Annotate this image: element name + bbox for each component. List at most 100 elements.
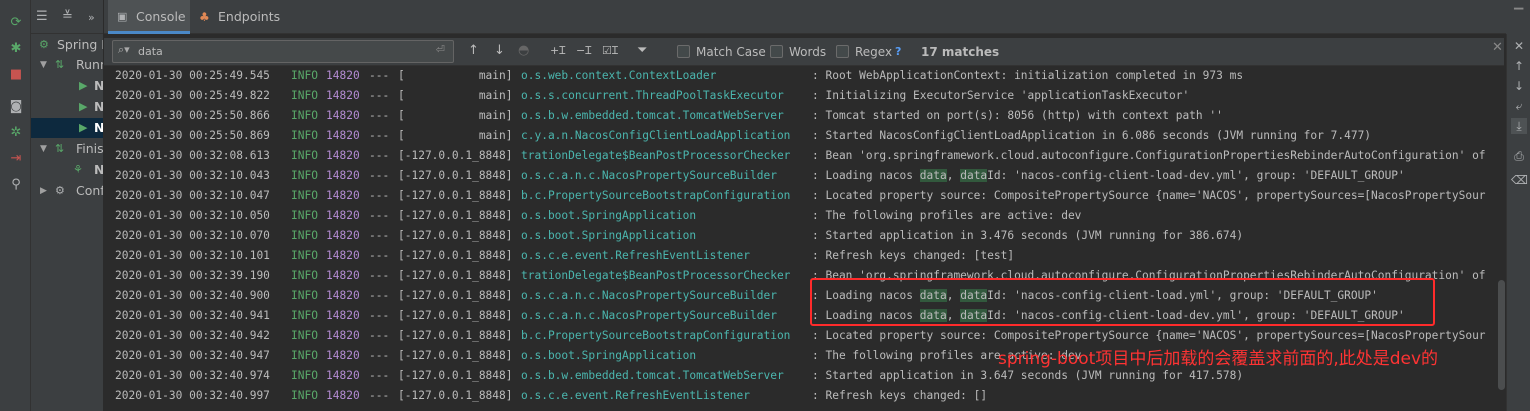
run-triangle-icon: ▶ (79, 121, 88, 134)
tab-endpoints[interactable]: ♣ Endpoints (198, 0, 288, 34)
log-level: INFO (291, 209, 318, 222)
vertical-scrollbar[interactable] (1497, 70, 1506, 390)
rerun-icon[interactable]: ⟳ (7, 14, 25, 32)
log-timestamp: 2020-01-30 00:32:10.070 (115, 229, 270, 242)
regex-checkbox[interactable] (836, 45, 849, 58)
log-logger: o.s.c.a.n.c.NacosPropertySourceBuilder (521, 289, 777, 302)
log-timestamp: 2020-01-30 00:32:40.974 (115, 369, 270, 382)
message-text: : Started application in 3.476 seconds (… (812, 229, 1244, 242)
message-text: : Located property source: CompositeProp… (812, 189, 1486, 202)
log-timestamp: 2020-01-30 00:32:10.043 (115, 169, 270, 182)
stop-icon[interactable]: ■ (7, 66, 25, 84)
log-level: INFO (291, 89, 318, 102)
soft-wrap-icon[interactable]: ⤶ (1511, 98, 1527, 114)
match-case-checkbox[interactable] (677, 45, 690, 58)
search-field[interactable]: ⌕▾ ⏎ (112, 40, 454, 63)
log-level: INFO (291, 389, 318, 402)
tree-item-running[interactable]: ▼ ⇅ Runn (31, 55, 103, 75)
tree-item-app-1[interactable]: ▶ N (31, 76, 104, 96)
log-level: INFO (291, 69, 318, 82)
log-thread: [-127.0.0.1_8848] (398, 149, 513, 162)
more-icon[interactable]: » (88, 11, 95, 24)
settings-gear-icon[interactable]: ✲ (7, 124, 25, 142)
log-separator: --- (369, 309, 390, 322)
message-text: : Started NacosConfigClientLoadApplicati… (812, 129, 1372, 142)
window-menu-icon[interactable]: ▔ (1514, 8, 1523, 22)
log-level: INFO (291, 169, 318, 182)
pin-icon[interactable]: ⚲ (7, 176, 25, 194)
remove-occurrence-icon[interactable]: −Ɪ (576, 42, 591, 60)
log-logger: trationDelegate$BeanPostProcessorChecker (521, 149, 791, 162)
chevron-down-icon[interactable]: ▼ (40, 139, 47, 159)
log-pid: 14820 (326, 189, 360, 202)
log-pid: 14820 (326, 109, 360, 122)
log-pid: 14820 (326, 249, 360, 262)
collapse-all-icon[interactable]: ≚ (62, 9, 73, 24)
log-message: : Started application in 3.647 seconds (… (812, 366, 1243, 386)
previous-occurrence-icon[interactable]: ↑ (468, 42, 479, 60)
tree-item-spring-boot[interactable]: ⚙ Spring B (31, 35, 103, 55)
scroll-up-icon[interactable]: ↑ (1511, 58, 1527, 74)
tree-item-configurations[interactable]: ▶ ⚙ Confi (31, 181, 103, 201)
words-label[interactable]: Words (789, 45, 826, 59)
clear-all-icon[interactable]: ⌫ (1511, 172, 1528, 188)
log-level: INFO (291, 309, 318, 322)
tree-item-app-2[interactable]: ▶ N (31, 97, 103, 117)
find-in-window-icon[interactable]: ◓ (518, 42, 529, 60)
tree-item-label: N (94, 78, 104, 93)
log-logger: b.c.PropertySourceBootstrapConfiguration (521, 189, 791, 202)
debug-icon[interactable]: ✱ (7, 40, 25, 58)
chevron-right-icon[interactable]: ▶ (40, 181, 47, 201)
regex-label[interactable]: Regex (855, 45, 892, 59)
tree-item-finished[interactable]: ▼ ⇅ Finis (31, 139, 103, 159)
log-logger: o.s.c.a.n.c.NacosPropertySourceBuilder (521, 309, 777, 322)
words-checkbox[interactable] (770, 45, 783, 58)
message-text: : Initializing ExecutorService 'applicat… (812, 89, 1190, 102)
expand-all-icon[interactable]: ☰ (36, 9, 48, 24)
log-timestamp: 2020-01-30 00:25:49.822 (115, 89, 270, 102)
match-case-label[interactable]: Match Case (696, 45, 766, 59)
log-thread: [ main] (398, 129, 513, 142)
message-text: : Located property source: CompositeProp… (812, 329, 1486, 342)
log-separator: --- (369, 89, 390, 102)
scroll-down-icon[interactable]: ↓ (1511, 78, 1527, 94)
log-thread: [-127.0.0.1_8848] (398, 189, 513, 202)
log-logger: o.s.c.e.event.RefreshEventListener (521, 389, 751, 402)
log-thread: [-127.0.0.1_8848] (398, 169, 513, 182)
log-pid: 14820 (326, 269, 360, 282)
tree-item-label: N (94, 120, 104, 135)
log-separator: --- (369, 329, 390, 342)
spring-boot-icon: ⚙ (39, 38, 49, 51)
tab-console[interactable]: ▣ Console (108, 0, 190, 34)
filter-icon[interactable]: ⏷ (637, 42, 647, 60)
exit-icon[interactable]: ⇥ (7, 150, 25, 168)
search-input[interactable] (138, 44, 418, 59)
chevron-down-icon[interactable]: ▼ (40, 55, 47, 75)
log-message: : Tomcat started on port(s): 8056 (http)… (812, 106, 1223, 126)
tree-item-label: Runn (76, 57, 103, 72)
scrollbar-thumb[interactable] (1498, 280, 1505, 390)
log-message: : Initializing ExecutorService 'applicat… (812, 86, 1189, 106)
add-occurrence-icon[interactable]: +Ɪ (550, 42, 565, 60)
close-icon[interactable]: ✕ (1511, 38, 1527, 54)
services-tree-panel: ☰ ≚ » ⚙ Spring B ▼ ⇅ Runn ▶ N ▶ N ▶ N ▼ … (31, 0, 104, 411)
regex-help-link[interactable]: ? (895, 45, 901, 58)
log-logger: o.s.b.w.embedded.tomcat.TomcatWebServer (521, 369, 784, 382)
select-all-occurrences-icon[interactable]: ☑Ɪ (602, 42, 618, 60)
message-text: , (946, 169, 961, 182)
log-pid: 14820 (326, 169, 360, 182)
log-pid: 14820 (326, 129, 360, 142)
camera-icon[interactable]: ◙ (7, 98, 25, 116)
newline-icon[interactable]: ⏎ (436, 43, 445, 56)
log-thread: [-127.0.0.1_8848] (398, 329, 513, 342)
log-thread: [ main] (398, 69, 513, 82)
next-occurrence-icon[interactable]: ↓ (494, 42, 505, 60)
tree-item-app-4[interactable]: ⚘ N (31, 160, 103, 180)
print-icon[interactable]: ⎙ (1511, 148, 1527, 164)
tab-label: Endpoints (218, 9, 281, 24)
scroll-to-end-icon[interactable]: ⤓ (1511, 118, 1527, 134)
tree-item-app-3-selected[interactable]: ▶ N (31, 118, 104, 138)
log-timestamp: 2020-01-30 00:32:10.047 (115, 189, 270, 202)
close-search-icon[interactable]: ✕ (1492, 40, 1503, 55)
log-logger: o.s.boot.SpringApplication (521, 209, 697, 222)
